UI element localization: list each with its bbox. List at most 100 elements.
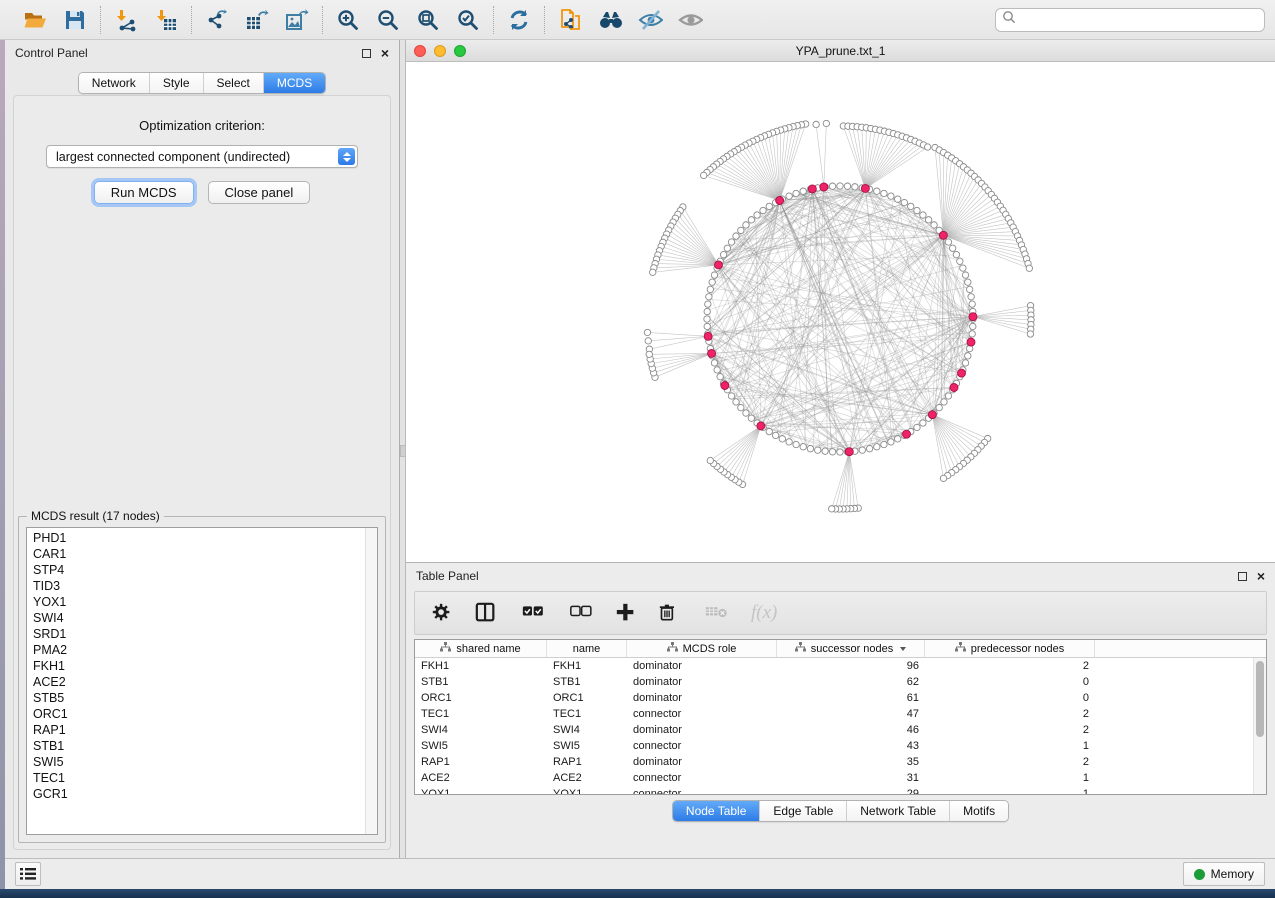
mcds-result-item[interactable]: STB1 xyxy=(33,738,365,754)
control-panel: Control Panel × NetworkStyleSelectMCDS O… xyxy=(5,40,400,858)
column-header-MCDS-role[interactable]: MCDS role xyxy=(627,640,777,657)
zoom-in-button[interactable] xyxy=(335,7,361,33)
mcds-result-item[interactable]: SWI4 xyxy=(33,610,365,626)
mcds-result-item[interactable]: FKH1 xyxy=(33,658,365,674)
mcds-result-item[interactable]: PHD1 xyxy=(33,530,365,546)
mcds-result-item[interactable]: ORC1 xyxy=(33,706,365,722)
close-panel-icon[interactable]: × xyxy=(381,49,389,58)
column-label: predecessor nodes xyxy=(971,643,1065,655)
table-cell: dominator xyxy=(627,676,777,688)
table-cell: 62 xyxy=(777,676,925,688)
table-row[interactable]: ACE2ACE2connector311 xyxy=(415,770,1253,786)
dropdown-stepper-icon xyxy=(338,148,355,165)
tab-motifs[interactable]: Motifs xyxy=(949,801,1008,821)
mcds-result-item[interactable]: STB5 xyxy=(33,690,365,706)
mcds-result-item[interactable]: SRD1 xyxy=(33,626,365,642)
column-type-icon xyxy=(440,642,451,655)
export-network-button[interactable] xyxy=(204,7,230,33)
mcds-result-item[interactable]: SWI5 xyxy=(33,754,365,770)
table-cell: dominator xyxy=(627,692,777,704)
mcds-result-item[interactable]: CAR1 xyxy=(33,546,365,562)
table-row[interactable]: YOX1YOX1connector291 xyxy=(415,786,1253,795)
tab-mcds[interactable]: MCDS xyxy=(263,73,325,93)
mcds-result-item[interactable]: TID3 xyxy=(33,578,365,594)
column-header-name[interactable]: name xyxy=(547,640,627,657)
column-settings-icon[interactable] xyxy=(431,599,453,627)
table-row[interactable]: SWI4SWI4dominator462 xyxy=(415,722,1253,738)
add-column-icon[interactable] xyxy=(615,599,637,627)
tab-network-table[interactable]: Network Table xyxy=(846,801,949,821)
status-bar: Memory xyxy=(5,858,1275,889)
tab-select[interactable]: Select xyxy=(203,73,263,93)
table-row[interactable]: SWI5SWI5connector431 xyxy=(415,738,1253,754)
table-row[interactable]: FKH1FKH1dominator962 xyxy=(415,658,1253,674)
select-all-icon[interactable] xyxy=(519,599,545,627)
search-binoculars-button[interactable] xyxy=(597,7,623,33)
mcds-result-item[interactable]: STP4 xyxy=(33,562,365,578)
float-table-panel-icon[interactable] xyxy=(1238,572,1247,581)
search-box[interactable] xyxy=(995,8,1265,32)
table-row[interactable]: RAP1RAP1dominator352 xyxy=(415,754,1253,770)
run-mcds-button[interactable]: Run MCDS xyxy=(94,181,194,204)
tab-style[interactable]: Style xyxy=(149,73,203,93)
mcds-result-item[interactable]: YOX1 xyxy=(33,594,365,610)
table-cell: 1 xyxy=(925,740,1095,752)
deselect-all-icon[interactable] xyxy=(567,599,593,627)
table-row[interactable]: STB1STB1dominator620 xyxy=(415,674,1253,690)
export-table-button[interactable] xyxy=(244,7,270,33)
close-table-panel-icon[interactable]: × xyxy=(1257,572,1265,581)
close-panel-button[interactable]: Close panel xyxy=(208,181,311,204)
column-header-shared-name[interactable]: shared name xyxy=(415,640,547,657)
table-cell: RAP1 xyxy=(415,756,547,768)
zoom-fit-button[interactable] xyxy=(415,7,441,33)
table-scrollbar-thumb[interactable] xyxy=(1256,661,1264,737)
zoom-out-button[interactable] xyxy=(375,7,401,33)
column-header-successor-nodes[interactable]: successor nodes xyxy=(777,640,925,657)
toggle-columns-icon[interactable] xyxy=(475,599,497,627)
table-row[interactable]: TEC1TEC1connector472 xyxy=(415,706,1253,722)
mcds-result-item[interactable]: ACE2 xyxy=(33,674,365,690)
open-file-button[interactable] xyxy=(22,7,48,33)
column-header-predecessor-nodes[interactable]: predecessor nodes xyxy=(925,640,1095,657)
mcds-result-item[interactable]: GCR1 xyxy=(33,786,365,802)
tab-network[interactable]: Network xyxy=(79,73,149,93)
table-cell: 61 xyxy=(777,692,925,704)
mcds-result-item[interactable]: TEC1 xyxy=(33,770,365,786)
table-row[interactable]: ORC1ORC1dominator610 xyxy=(415,690,1253,706)
network-from-document-button[interactable] xyxy=(557,7,583,33)
import-network-button[interactable] xyxy=(113,7,139,33)
zoom-selected-button[interactable] xyxy=(455,7,481,33)
table-cell: RAP1 xyxy=(547,756,627,768)
mcds-result-item[interactable]: RAP1 xyxy=(33,722,365,738)
tab-node-table[interactable]: Node Table xyxy=(673,801,760,821)
selected-option-label: largest connected component (undirected) xyxy=(56,150,290,164)
tab-edge-table[interactable]: Edge Table xyxy=(759,801,846,821)
table-cell: 2 xyxy=(925,756,1095,768)
mcds-result-list[interactable]: PHD1CAR1STP4TID3YOX1SWI4SRD1PMA2FKH1ACE2… xyxy=(26,527,378,835)
mcds-result-item[interactable]: PMA2 xyxy=(33,642,365,658)
save-session-button[interactable] xyxy=(62,7,88,33)
hide-panels-button[interactable] xyxy=(637,7,663,33)
table-cell: 35 xyxy=(777,756,925,768)
column-label: MCDS role xyxy=(683,643,737,655)
table-cell: connector xyxy=(627,708,777,720)
table-cell: SWI5 xyxy=(415,740,547,752)
float-panel-icon[interactable] xyxy=(362,49,371,58)
memory-status-icon xyxy=(1194,869,1205,880)
table-cell: dominator xyxy=(627,660,777,672)
delete-column-icon[interactable] xyxy=(659,599,679,627)
optimization-criterion-select[interactable]: largest connected component (undirected) xyxy=(46,145,358,168)
network-canvas[interactable] xyxy=(406,62,1275,562)
table-cell: ACE2 xyxy=(415,772,547,784)
search-input[interactable] xyxy=(1021,13,1258,27)
task-history-button[interactable] xyxy=(15,862,41,886)
memory-button[interactable]: Memory xyxy=(1183,862,1265,886)
table-scrollbar[interactable] xyxy=(1253,658,1266,794)
result-list-scrollbar[interactable] xyxy=(365,528,377,834)
function-builder-icon: f(x) xyxy=(751,599,777,627)
refresh-layout-button[interactable] xyxy=(506,7,532,33)
table-cell: 0 xyxy=(925,676,1095,688)
network-view-window: YPA_prune.txt_1 xyxy=(406,40,1275,562)
import-table-button[interactable] xyxy=(153,7,179,33)
export-image-button[interactable] xyxy=(284,7,310,33)
